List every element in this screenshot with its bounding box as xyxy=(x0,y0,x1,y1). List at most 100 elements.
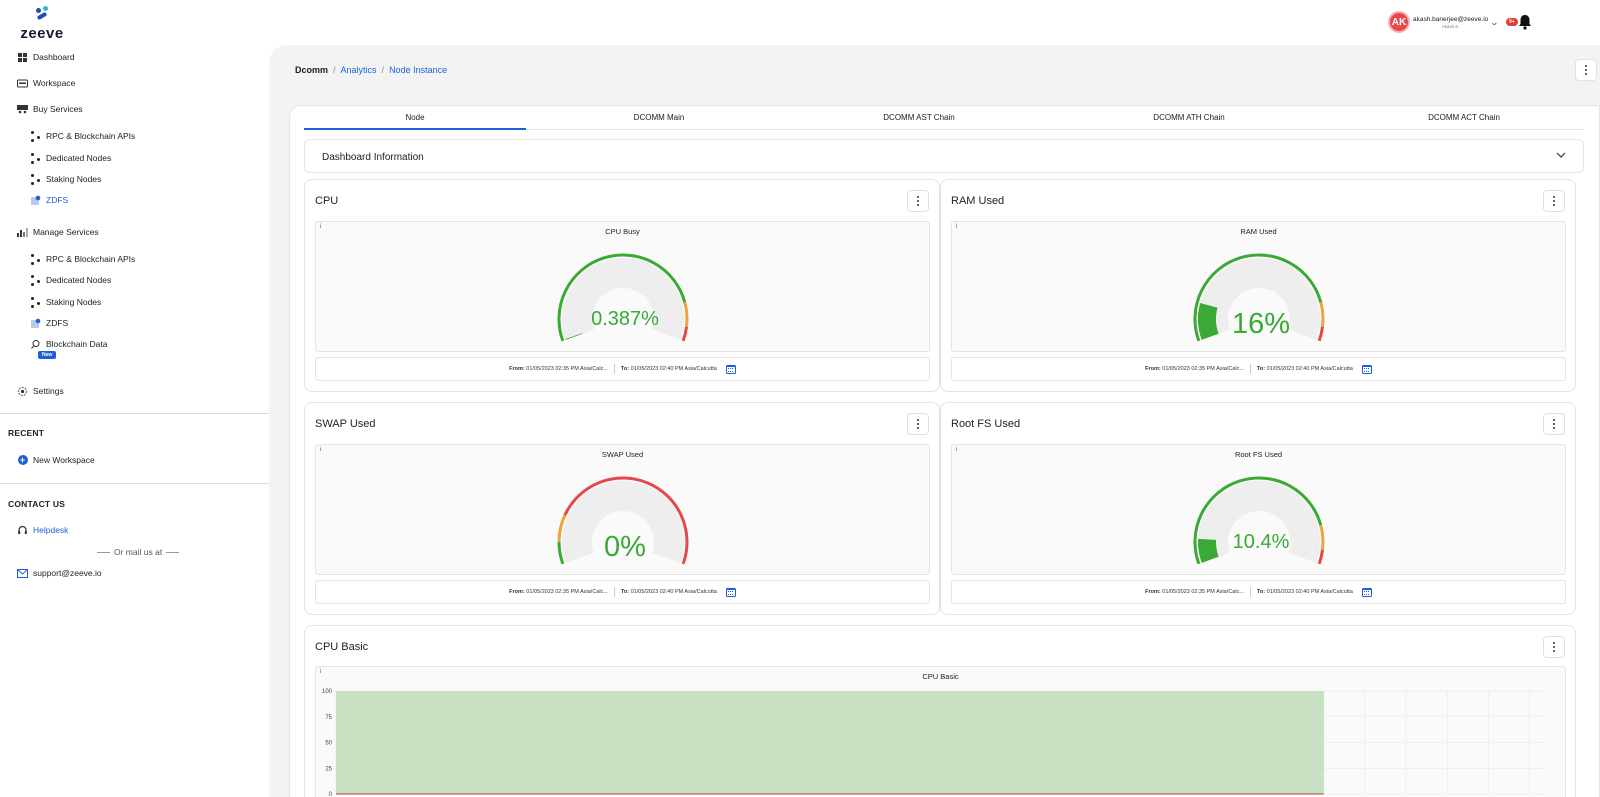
separator xyxy=(1249,587,1251,597)
sidebar-item-label: RPC & Blockchain APIs xyxy=(46,131,136,141)
page-options-button[interactable] xyxy=(1575,59,1597,81)
calendar-icon[interactable] xyxy=(1361,587,1372,597)
cpu-panel: CPU i CPU Busy 0.387% From: 01/05/2023 0… xyxy=(304,179,940,392)
contact-title: CONTACT US xyxy=(8,499,66,509)
new-workspace-link[interactable]: + New Workspace xyxy=(17,453,95,467)
calendar-icon[interactable] xyxy=(725,587,736,597)
calendar-icon[interactable] xyxy=(1361,364,1372,374)
to-value: 01/05/2023 02:40 PM Asia/Calcutta xyxy=(630,366,717,372)
to-label: To: xyxy=(620,366,630,372)
zeeve-logo-icon xyxy=(34,6,50,22)
gauge: 0.387% xyxy=(557,253,689,342)
zdfs-icon xyxy=(30,195,41,206)
more-vertical-icon xyxy=(1584,65,1588,75)
panel-options-button[interactable] xyxy=(907,413,929,435)
nodes-icon xyxy=(30,130,41,142)
calendar-icon[interactable] xyxy=(725,364,736,374)
more-vertical-icon xyxy=(916,419,920,429)
support-email-link[interactable]: support@zeeve.io xyxy=(17,566,102,580)
chevron-down-icon[interactable]: ⌄ xyxy=(1490,18,1499,27)
breadcrumb-node-instance[interactable]: Node Instance xyxy=(389,65,447,75)
from-value: 01/05/2023 02:35 PM Asia/Calc... xyxy=(526,366,608,372)
y-tick-label: 0 xyxy=(329,792,333,797)
gauge: 10.4% xyxy=(1193,476,1325,565)
sidebar-item-blockchain-data[interactable]: Blockchain Data xyxy=(30,337,107,351)
sidebar-item-label: ZDFS xyxy=(46,318,69,328)
bar-chart-icon xyxy=(17,227,28,238)
gauge-threshold-orange xyxy=(683,302,689,327)
headset-icon xyxy=(17,525,28,536)
time-range-picker[interactable]: From: 01/05/2023 02:35 PM Asia/Calc... T… xyxy=(315,357,930,381)
tab-node[interactable]: Node xyxy=(405,113,424,122)
cpu-basic-chart: i CPU Basic 025507510014:36:0014:36:1014… xyxy=(315,666,1566,797)
sidebar-item-manage-zdfs[interactable]: ZDFS xyxy=(30,316,68,330)
gauge-threshold-red xyxy=(1317,326,1325,342)
gauge-value: 0% xyxy=(604,531,646,563)
sidebar-item-label: Dashboard xyxy=(33,52,75,62)
gauge-container: i SWAP Used 0% xyxy=(315,444,930,575)
gauge-value-arc xyxy=(1198,303,1219,340)
tab-dcomm-ath-chain[interactable]: DCOMM ATH Chain xyxy=(1153,113,1224,122)
panel-options-button[interactable] xyxy=(907,190,929,212)
gauge-value: 10.4% xyxy=(1233,531,1290,553)
notification-count-badge: 9+ xyxy=(1506,18,1518,26)
time-range-picker[interactable]: From: 01/05/2023 02:35 PM Asia/Calc... T… xyxy=(951,357,1566,381)
time-range-picker[interactable]: From: 01/05/2023 02:35 PM Asia/Calc... T… xyxy=(951,580,1566,604)
panel-title: SWAP Used xyxy=(315,418,376,430)
sidebar-item-settings[interactable]: Settings xyxy=(17,384,64,398)
panel-title: Root FS Used xyxy=(951,418,1021,430)
dashboard-information-accordion[interactable]: Dashboard Information xyxy=(304,139,1584,173)
panel-options-button[interactable] xyxy=(1543,636,1565,658)
sidebar-item-buy-rpc[interactable]: RPC & Blockchain APIs xyxy=(30,129,135,143)
user-menu[interactable]: AK akash.banerjee@zeeve.io Akash K. ⌄ 9+ xyxy=(1388,11,1531,33)
bell-icon[interactable] xyxy=(1518,14,1532,30)
gauge-threshold-red xyxy=(1317,549,1325,565)
from-value: 01/05/2023 02:35 PM Asia/Calc... xyxy=(1162,589,1244,595)
sidebar-item-manage-staking-nodes[interactable]: Staking Nodes xyxy=(30,295,101,309)
sidebar-item-label: Staking Nodes xyxy=(46,174,102,184)
sidebar-item-label: Buy Services xyxy=(33,104,83,114)
gauge-value-arc xyxy=(1198,538,1219,563)
time-range-picker[interactable]: From: 01/05/2023 02:35 PM Asia/Calc... T… xyxy=(315,580,930,604)
gauge-threshold-red xyxy=(681,326,689,342)
nodes-icon xyxy=(30,253,41,265)
panel-options-button[interactable] xyxy=(1543,413,1565,435)
tab-bar: Node DCOMM Main DCOMM AST Chain DCOMM AT… xyxy=(304,106,1584,130)
y-tick-label: 100 xyxy=(322,689,333,695)
tab-dcomm-main[interactable]: DCOMM Main xyxy=(634,113,685,122)
area-series xyxy=(336,691,1324,794)
zeeve-logo[interactable]: zeeve xyxy=(20,6,64,42)
sidebar-divider xyxy=(0,483,269,484)
separator xyxy=(613,587,615,597)
sidebar-item-dashboard[interactable]: Dashboard xyxy=(17,50,75,64)
chevron-down-icon[interactable] xyxy=(1556,150,1566,160)
sidebar-item-manage-rpc[interactable]: RPC & Blockchain APIs xyxy=(30,252,135,266)
root-fs-used-panel: Root FS Used i Root FS Used 10.4% From: … xyxy=(940,402,1576,615)
breadcrumb-root[interactable]: Dcomm xyxy=(295,65,328,75)
search-icon xyxy=(30,339,41,350)
breadcrumb-analytics[interactable]: Analytics xyxy=(341,65,377,75)
panel-title: CPU Basic xyxy=(315,641,369,653)
sidebar-item-buy-dedicated-nodes[interactable]: Dedicated Nodes xyxy=(30,151,111,165)
nodes-icon xyxy=(30,173,41,185)
y-tick-label: 25 xyxy=(325,766,332,772)
to-value: 01/05/2023 02:40 PM Asia/Calcutta xyxy=(1266,366,1353,372)
panel-options-button[interactable] xyxy=(1543,190,1565,212)
sidebar-item-workspace[interactable]: Workspace xyxy=(17,76,75,90)
plus-circle-icon: + xyxy=(17,455,28,466)
tab-dcomm-act-chain[interactable]: DCOMM ACT Chain xyxy=(1428,113,1500,122)
sidebar-item-buy-services[interactable]: Buy Services xyxy=(17,102,83,116)
tab-dcomm-ast-chain[interactable]: DCOMM AST Chain xyxy=(883,113,954,122)
avatar[interactable]: AK xyxy=(1388,11,1410,33)
dashboard-icon xyxy=(17,52,28,63)
sidebar-item-buy-staking-nodes[interactable]: Staking Nodes xyxy=(30,172,101,186)
sidebar-item-label: RPC & Blockchain APIs xyxy=(46,254,136,264)
sidebar-item-label: Staking Nodes xyxy=(46,297,102,307)
sidebar-item-manage-dedicated-nodes[interactable]: Dedicated Nodes xyxy=(30,273,111,287)
sidebar-item-buy-zdfs[interactable]: ZDFS xyxy=(30,193,68,207)
sidebar-item-manage-services[interactable]: Manage Services xyxy=(17,225,99,239)
helpdesk-link[interactable]: Helpdesk xyxy=(17,523,68,537)
from-label: From: xyxy=(1145,589,1161,595)
from-label: From: xyxy=(509,589,525,595)
ram-used-panel: RAM Used i RAM Used 16% From: 01/05/2023… xyxy=(940,179,1576,392)
